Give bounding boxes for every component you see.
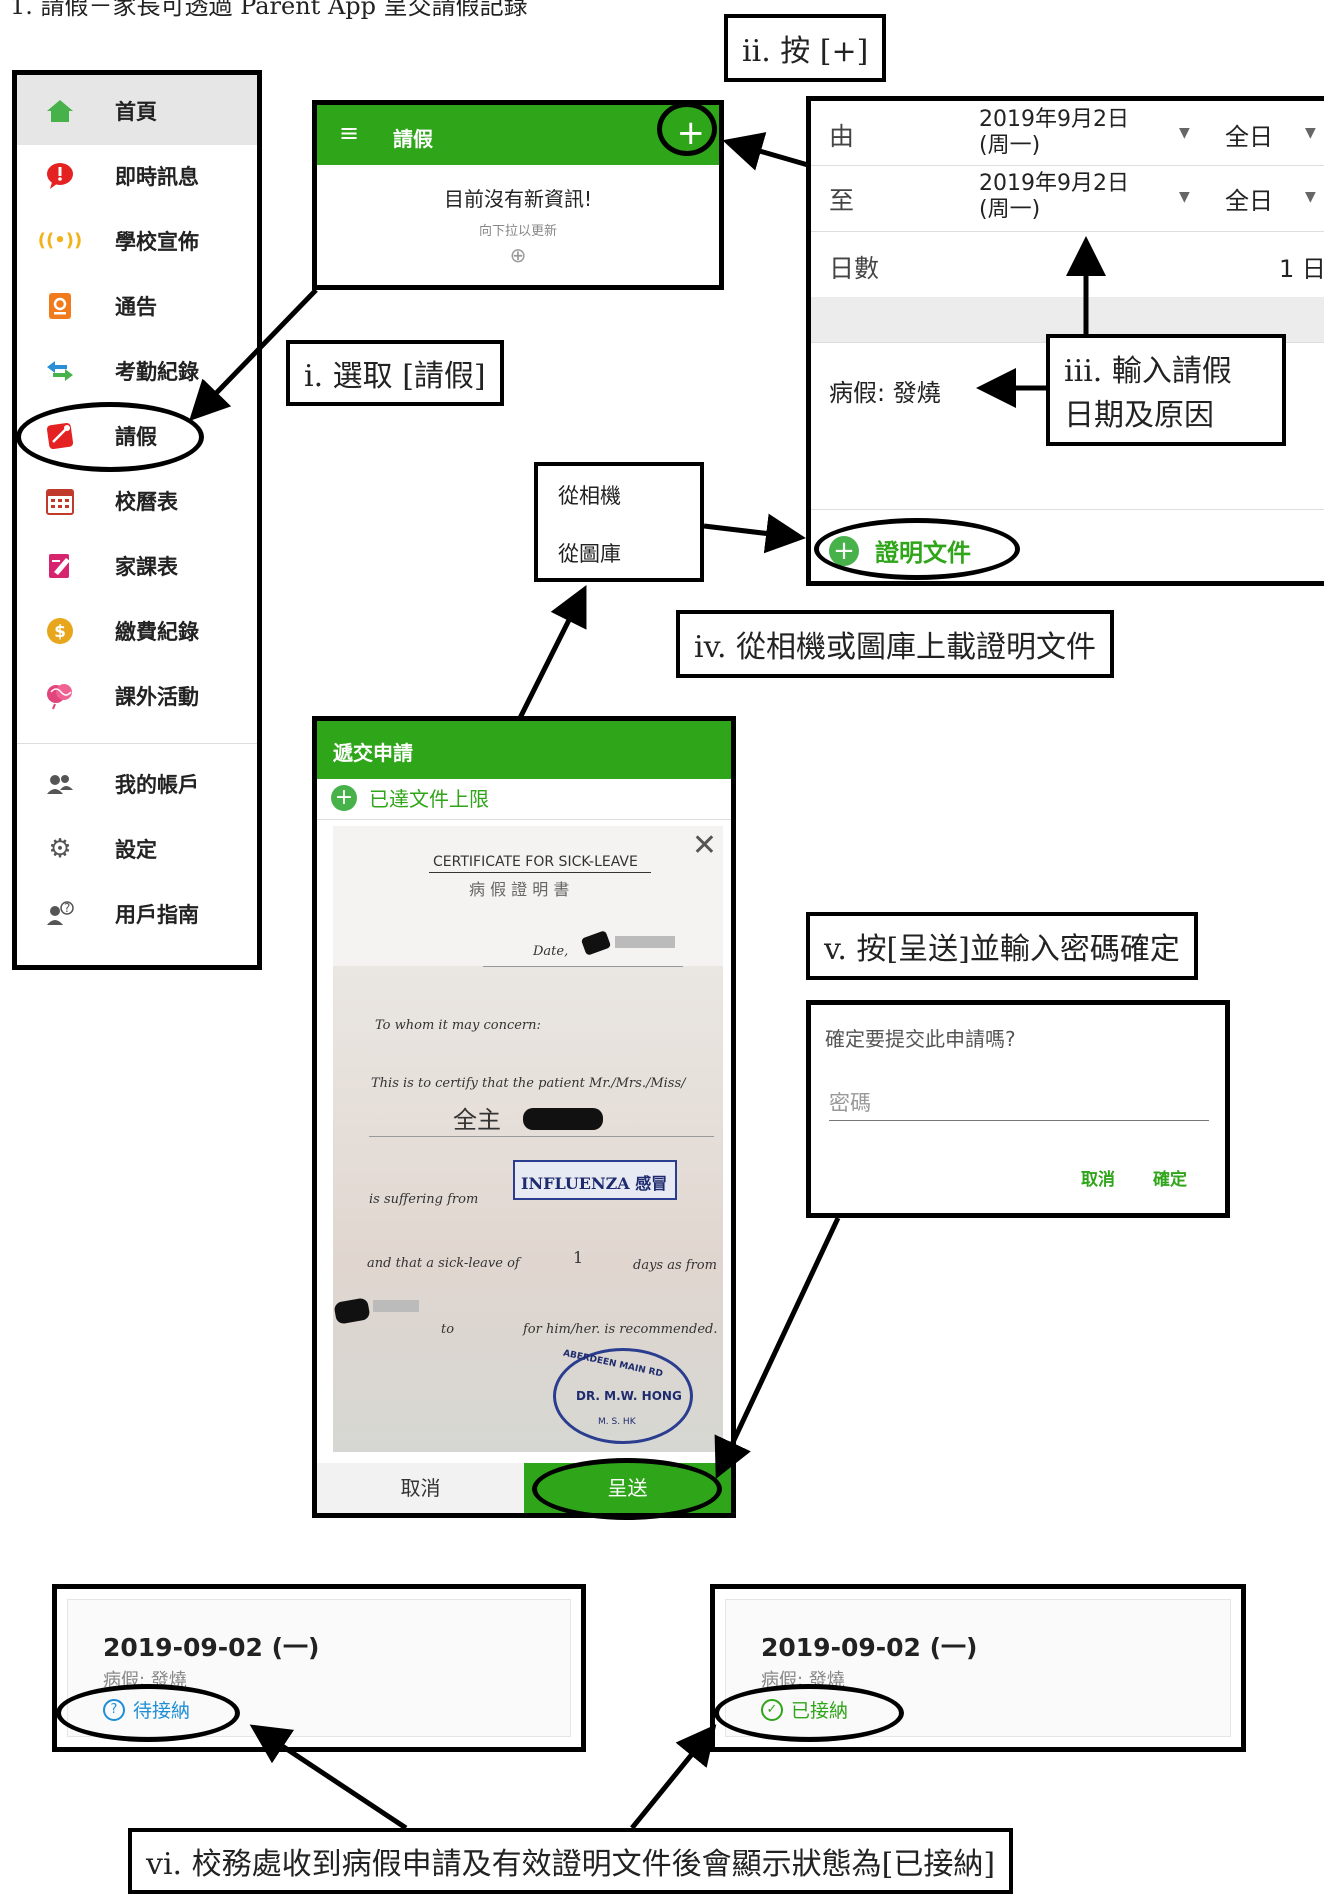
arrow-to-pending xyxy=(249,1724,408,1831)
arrow-to-submit xyxy=(714,1216,841,1480)
arrow-to-leave-item xyxy=(189,288,318,422)
arrow-to-add-button xyxy=(722,132,809,171)
arrow-to-photo-menu xyxy=(517,585,587,720)
arrow-to-accepted xyxy=(630,1724,717,1830)
arrow-to-proof xyxy=(703,513,806,554)
annotation-arrows xyxy=(189,132,1106,1831)
